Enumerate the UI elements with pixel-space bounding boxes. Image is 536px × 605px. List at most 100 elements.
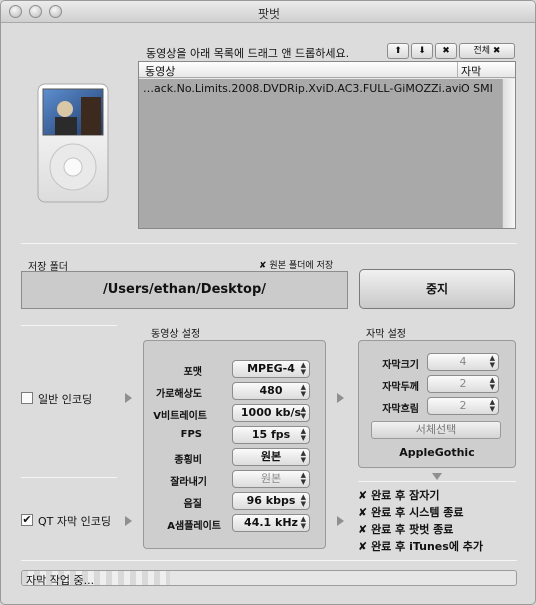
window-title: 팟벗 [257, 7, 281, 21]
subtitle-size-select[interactable]: 4 ▲ ▼ [427, 353, 499, 371]
video-settings-title: 동영상 설정 [151, 329, 201, 340]
after-itunes-check: ✘ [358, 540, 368, 553]
stepper-icon: ▲ ▼ [300, 361, 306, 376]
column-subtitle[interactable]: 자막 [461, 63, 481, 79]
width-value: 480 [259, 384, 283, 397]
after-itunes-label: 완료 후 iTunes에 추가 [371, 540, 484, 553]
stop-button[interactable]: 중지 [359, 269, 515, 309]
audio-samplerate-label: A샘플레이트 [167, 521, 221, 532]
remove-item-button[interactable]: ✖ [435, 43, 457, 59]
after-shutdown-check: ✘ [358, 506, 368, 519]
main-window: 팟벗 동영상을 아래 목록에 드래그 앤 드롭하세요. ⬆ ⬇ ✖ 전체 ✖ 동… [0, 0, 536, 605]
status-text: 자막 작업 중... [26, 574, 95, 586]
subtitle-settings-title: 자막 설정 [366, 329, 406, 340]
subtitle-weight-select[interactable]: 2 ▲ ▼ [427, 375, 499, 393]
format-value: MPEG-4 [247, 362, 295, 375]
title-bar: 팟벗 [1, 1, 535, 23]
divider [358, 481, 516, 482]
move-up-button[interactable]: ⬆ [387, 43, 409, 59]
crop-select[interactable]: 원본 ▲ ▼ [232, 470, 310, 488]
stepper-icon: ▲ ▼ [300, 383, 306, 398]
normal-encoding-label: 일반 인코딩 [38, 393, 93, 406]
width-label: 가로해상도 [156, 389, 202, 400]
format-select[interactable]: MPEG-4 ▲ ▼ [232, 360, 310, 378]
width-select[interactable]: 480 ▲ ▼ [232, 382, 310, 400]
arrow-right-icon [125, 516, 132, 526]
qt-encoding-label: QT 자막 인코딩 [38, 515, 111, 528]
subtitle-weight-label: 자막두께 [382, 382, 419, 393]
aspect-select[interactable]: 원본 ▲ ▼ [232, 448, 310, 466]
divider [21, 560, 517, 561]
after-quit-check: ✘ [358, 523, 368, 536]
format-label: 포맷 [183, 367, 202, 378]
video-bitrate-label: V비트레이트 [153, 411, 207, 422]
subtitle-blur-value: 2 [459, 399, 467, 412]
fps-label: FPS [180, 429, 202, 440]
table-row[interactable]: …ack.No.Limits.2008.DVDRip.XviD.AC3.FULL… [143, 82, 461, 95]
after-sleep-label: 완료 후 잠자기 [371, 489, 440, 502]
row-subtitle-status: O SMI [461, 82, 493, 95]
output-path: /Users/ethan/Desktop/ [102, 282, 266, 297]
stepper-icon: ▲ ▼ [300, 515, 306, 530]
file-list-body[interactable]: …ack.No.Limits.2008.DVDRip.XviD.AC3.FULL… [139, 79, 502, 228]
same-folder-check: ✘ [259, 261, 267, 271]
arrow-right-icon [125, 393, 132, 403]
stepper-icon: ▲ ▼ [300, 449, 306, 464]
audio-quality-select[interactable]: 96 kbps ▲ ▼ [232, 492, 310, 510]
after-sleep-check: ✘ [358, 489, 368, 502]
after-itunes-option[interactable]: ✘ 완료 후 iTunes에 추가 [358, 538, 483, 554]
same-folder-label: 원본 폴더에 저장 [269, 261, 334, 271]
after-sleep-option[interactable]: ✘ 완료 후 잠자기 [358, 487, 439, 503]
aspect-label: 종횡비 [174, 455, 202, 466]
after-shutdown-label: 완료 후 시스템 종료 [371, 506, 464, 519]
same-folder-option[interactable]: ✘ 원본 폴더에 저장 [259, 258, 333, 271]
fps-value: 15 fps [251, 428, 291, 441]
audio-quality-label: 음질 [183, 499, 202, 510]
after-quit-label: 완료 후 팟벗 종료 [371, 523, 454, 536]
subtitle-blur-label: 자막흐림 [382, 404, 419, 415]
remove-all-button[interactable]: 전체 ✖ [459, 43, 515, 59]
font-select-button[interactable]: 서체선택 [371, 421, 501, 439]
stepper-icon: ▲ ▼ [489, 376, 495, 391]
file-list[interactable]: 동영상 자막 …ack.No.Limits.2008.DVDRip.XviD.A… [138, 61, 516, 229]
arrow-right-icon [337, 393, 344, 403]
audio-samplerate-value: 44.1 kHz [244, 516, 298, 529]
output-path-field[interactable]: /Users/ethan/Desktop/ [21, 271, 348, 309]
stepper-icon: ▲ ▼ [489, 354, 495, 369]
move-down-button[interactable]: ⬇ [411, 43, 433, 59]
subtitle-weight-value: 2 [459, 377, 467, 390]
stop-button-label: 중지 [425, 282, 449, 296]
arrow-right-icon [337, 516, 344, 526]
subtitle-blur-select[interactable]: 2 ▲ ▼ [427, 397, 499, 415]
stepper-icon: ▲ ▼ [300, 493, 306, 508]
divider [21, 325, 117, 326]
crop-label: 잘라내기 [170, 477, 207, 488]
aspect-value: 원본 [260, 450, 282, 463]
font-select-label: 서체선택 [415, 423, 457, 436]
audio-samplerate-select[interactable]: 44.1 kHz ▲ ▼ [232, 514, 310, 532]
status-progress-bar: 자막 작업 중... [21, 570, 517, 586]
arrow-down-icon [432, 473, 442, 480]
crop-value: 원본 [260, 472, 282, 485]
qt-encoding-checkbox[interactable]: ✔ [21, 514, 33, 526]
file-list-header: 동영상 자막 [139, 62, 515, 78]
subtitle-size-label: 자막크기 [382, 360, 419, 371]
audio-quality-value: 96 kbps [246, 494, 296, 507]
file-list-scrollbar[interactable] [502, 79, 515, 228]
row-video-name: …ack.No.Limits.2008.DVDRip.XviD.AC3.FULL… [143, 82, 462, 95]
normal-encoding-checkbox[interactable] [21, 392, 33, 404]
video-bitrate-select[interactable]: 1000 kb/s ▲ ▼ [232, 404, 310, 422]
after-quit-option[interactable]: ✘ 완료 후 팟벗 종료 [358, 521, 453, 537]
fps-select[interactable]: 15 fps ▲ ▼ [232, 426, 310, 444]
stepper-icon: ▲ ▼ [300, 427, 306, 442]
ipod-icon [37, 83, 109, 203]
drop-hint: 동영상을 아래 목록에 드래그 앤 드롭하세요. [146, 47, 350, 60]
after-shutdown-option[interactable]: ✘ 완료 후 시스템 종료 [358, 504, 464, 520]
column-video[interactable]: 동영상 [145, 63, 175, 79]
video-bitrate-value: 1000 kb/s [240, 406, 302, 419]
font-name: AppleGothic [399, 446, 475, 459]
stepper-icon: ▲ ▼ [300, 471, 306, 486]
column-divider [457, 62, 458, 78]
stepper-icon: ▲ ▼ [300, 405, 306, 420]
stepper-icon: ▲ ▼ [489, 398, 495, 413]
